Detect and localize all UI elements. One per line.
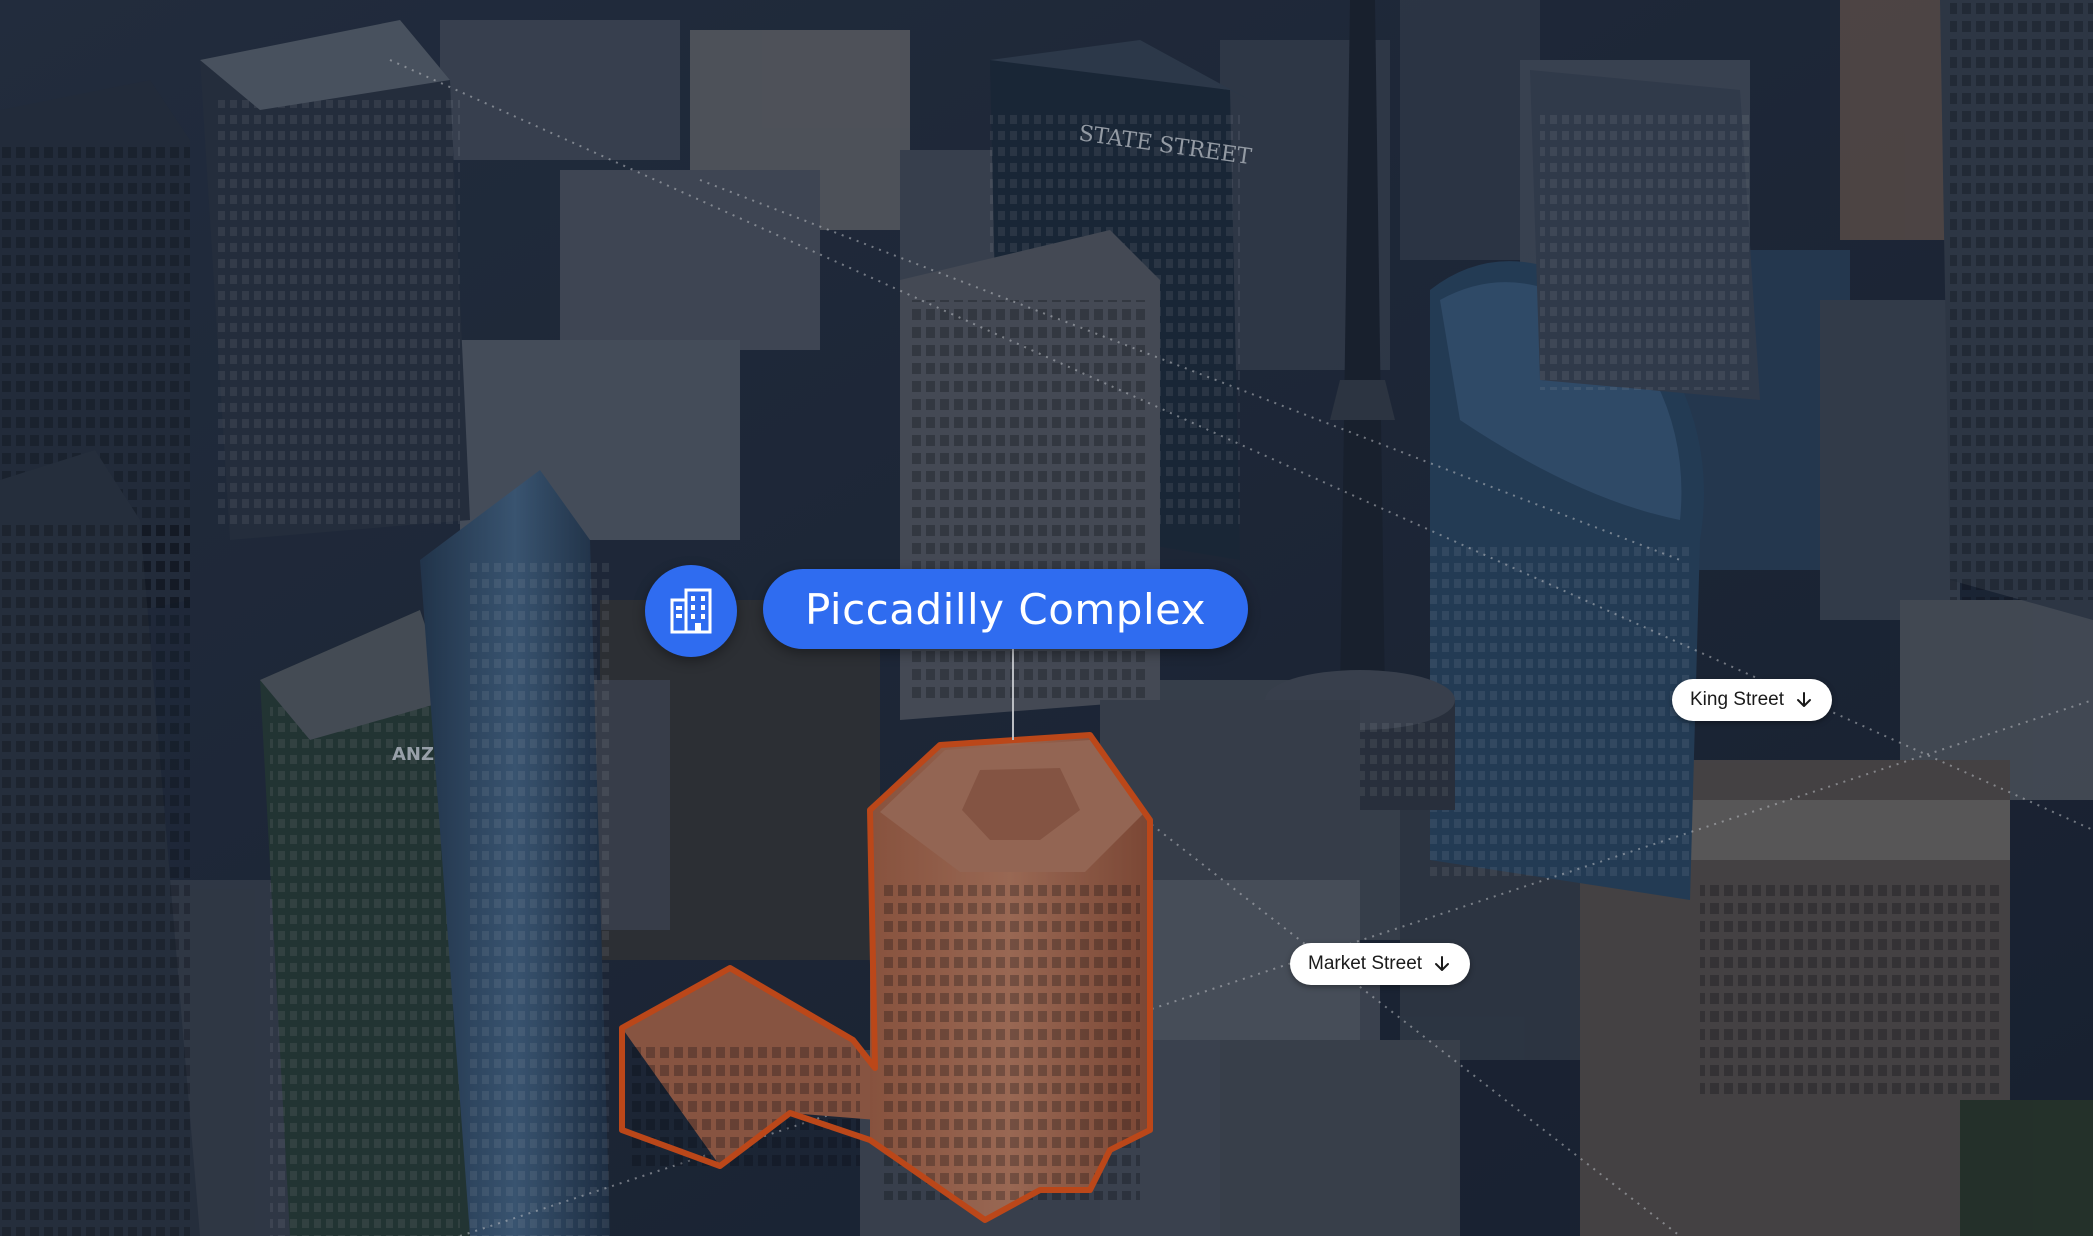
street-label-king[interactable]: King Street	[1672, 679, 1832, 721]
building-name: Piccadilly Complex	[805, 584, 1207, 634]
building-icon	[670, 588, 712, 634]
building-badge[interactable]	[645, 565, 737, 657]
street-name: King Street	[1690, 689, 1784, 710]
street-name: Market Street	[1308, 953, 1423, 974]
building-name-label[interactable]: Piccadilly Complex	[763, 569, 1249, 649]
aerial-map-view: ANZ STATE STREET	[0, 0, 2093, 1236]
arrow-down-icon	[1435, 956, 1450, 971]
street-label-market[interactable]: Market Street	[1290, 943, 1471, 985]
arrow-down-icon	[1797, 692, 1811, 707]
